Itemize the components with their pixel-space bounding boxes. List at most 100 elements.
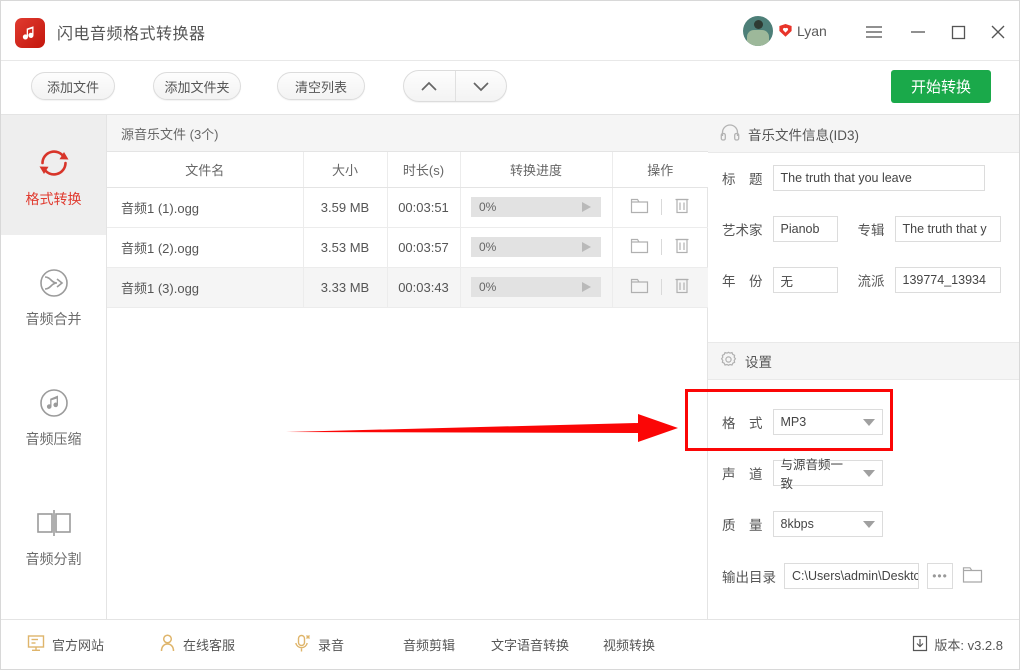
id3-artist-field[interactable]: Pianob: [772, 216, 838, 242]
sidebar-item-audio-split[interactable]: 音频分割: [1, 475, 106, 595]
avatar-head: [754, 20, 763, 29]
id3-title-row: 标 题 The truth that you leave: [722, 165, 985, 191]
id3-album-label: 专辑: [857, 223, 885, 238]
close-icon[interactable]: [987, 21, 1009, 43]
table-row[interactable]: 音频1 (2).ogg 3.53 MB 00:03:57 0%: [107, 227, 708, 268]
chevron-down-icon[interactable]: [456, 71, 507, 101]
progress-percent: 0%: [479, 240, 497, 254]
channel-row: 声 道 与源音频一致: [722, 458, 883, 491]
divider: [661, 199, 663, 215]
id3-artist-row: 艺术家 Pianob 专辑 The truth that y: [722, 216, 1001, 242]
monitor-icon: [27, 634, 45, 655]
avatar-body: [747, 30, 769, 46]
cell-duration: 00:03:51: [387, 187, 461, 228]
sidebar-item-audio-compress[interactable]: 音频压缩: [1, 355, 106, 475]
bottom-item-video-convert[interactable]: 视频转换: [603, 635, 655, 654]
add-folder-button[interactable]: 添加文件夹: [153, 72, 241, 100]
application-window: 闪电音频格式转换器 Lyan 添加文件 添加文件夹 清空列表 开始转换 格式转换…: [0, 0, 1020, 670]
column-header-duration: 时长(s): [387, 152, 461, 188]
sidebar-item-label: 音频压缩: [25, 431, 82, 447]
bottom-item-label: 官方网站: [52, 638, 105, 653]
microphone-icon: [293, 634, 311, 656]
id3-year-row: 年 份 无 流派 139774_13934: [722, 267, 1001, 293]
id3-genre-field[interactable]: 139774_13934: [894, 267, 1001, 293]
version-info: 版本: v3.2.8: [912, 635, 1003, 655]
output-dir-label: 输出目录: [722, 570, 776, 585]
output-dir-field[interactable]: C:\Users\admin\Desktc: [784, 563, 919, 589]
id3-genre-label: 流派: [857, 274, 885, 289]
output-dir-row: 输出目录 C:\Users\admin\Desktc •••: [722, 563, 983, 589]
add-file-button[interactable]: 添加文件: [31, 72, 115, 100]
annotation-highlight-rect: [685, 389, 893, 451]
bottom-item-official-site[interactable]: 官方网站: [27, 634, 104, 655]
username-label: Lyan: [797, 23, 827, 39]
quality-label: 质 量: [722, 518, 763, 533]
bottom-item-label: 文字语音转换: [491, 638, 570, 653]
bottom-item-audio-editing[interactable]: 音频剪辑: [403, 635, 455, 654]
cell-size: 3.33 MB: [303, 267, 388, 308]
folder-icon[interactable]: [630, 238, 649, 257]
chevron-up-icon[interactable]: [404, 71, 456, 101]
right-panel: 音乐文件信息(ID3) 标 题 The truth that you leave…: [708, 115, 1019, 619]
browse-button[interactable]: •••: [927, 563, 953, 589]
sidebar: 格式转换 音频合并 音频压缩 音频分割: [1, 115, 107, 619]
avatar[interactable]: [743, 16, 773, 46]
channel-label: 声 道: [722, 467, 763, 482]
channel-select[interactable]: 与源音频一致: [772, 458, 883, 491]
cell-filename: 音频1 (3).ogg: [107, 267, 304, 308]
id3-year-label: 年 份: [722, 274, 763, 289]
folder-icon[interactable]: [630, 198, 649, 217]
merge-arrow-circle-icon: [34, 261, 74, 305]
id3-album-field[interactable]: The truth that y: [894, 216, 1001, 242]
hamburger-menu-icon[interactable]: [863, 21, 885, 43]
folder-icon[interactable]: [962, 566, 983, 587]
folder-icon[interactable]: [630, 278, 649, 297]
clear-list-button[interactable]: 清空列表: [277, 72, 365, 100]
column-header-operations: 操作: [612, 152, 708, 188]
red-arrow-pointing-right: [286, 406, 681, 451]
play-icon[interactable]: [582, 282, 591, 292]
bottom-item-recording[interactable]: 录音: [293, 634, 344, 656]
sidebar-item-audio-merge[interactable]: 音频合并: [1, 235, 106, 355]
cell-filename: 音频1 (2).ogg: [107, 227, 304, 268]
sidebar-item-label: 音频合并: [25, 311, 82, 327]
id3-artist-label: 艺术家: [722, 223, 763, 238]
table-row[interactable]: 音频1 (3).ogg 3.33 MB 00:03:43 0%: [107, 267, 708, 308]
cell-operations: [612, 227, 708, 268]
quality-row: 质 量 8kbps: [722, 511, 883, 537]
cell-duration: 00:03:57: [387, 227, 461, 268]
cell-progress: 0%: [460, 187, 613, 228]
title-bar: 闪电音频格式转换器 Lyan: [1, 1, 1019, 61]
reorder-button-group: [403, 70, 507, 102]
music-note-icon: [15, 18, 45, 48]
divider: [661, 279, 663, 295]
cell-filename: 音频1 (1).ogg: [107, 187, 304, 228]
sidebar-item-format-convert[interactable]: 格式转换: [1, 115, 106, 235]
progress-percent: 0%: [479, 200, 497, 214]
heart-badge-icon: [778, 23, 793, 38]
maximize-icon[interactable]: [947, 21, 969, 43]
trash-icon[interactable]: [674, 197, 690, 217]
file-table: 文件名 大小 时长(s) 转换进度 操作 音频1 (1).ogg 3.59 MB…: [107, 152, 708, 308]
cell-progress: 0%: [460, 267, 613, 308]
person-icon: [159, 634, 176, 655]
column-header-size: 大小: [303, 152, 388, 188]
page-title: 闪电音频格式转换器: [57, 26, 206, 43]
id3-title-field[interactable]: The truth that you leave: [772, 165, 985, 191]
progress-percent: 0%: [479, 280, 497, 294]
bottom-item-label: 视频转换: [603, 638, 656, 653]
trash-icon[interactable]: [674, 237, 690, 257]
bottom-item-text-to-speech[interactable]: 文字语音转换: [491, 635, 569, 654]
minimize-icon[interactable]: [907, 21, 929, 43]
id3-year-field[interactable]: 无: [772, 267, 838, 293]
file-list-panel: 源音乐文件 (3个) 文件名 大小 时长(s) 转换进度 操作 音频1 (1).…: [107, 115, 708, 619]
start-convert-button[interactable]: 开始转换: [891, 70, 991, 103]
quality-select[interactable]: 8kbps: [772, 511, 883, 537]
bottom-item-online-support[interactable]: 在线客服: [159, 634, 235, 655]
table-row[interactable]: 音频1 (1).ogg 3.59 MB 00:03:51 0%: [107, 187, 708, 228]
cell-operations: [612, 267, 708, 308]
chevron-down-icon: [862, 469, 875, 477]
trash-icon[interactable]: [674, 277, 690, 297]
play-icon[interactable]: [582, 242, 591, 252]
play-icon[interactable]: [582, 202, 591, 212]
